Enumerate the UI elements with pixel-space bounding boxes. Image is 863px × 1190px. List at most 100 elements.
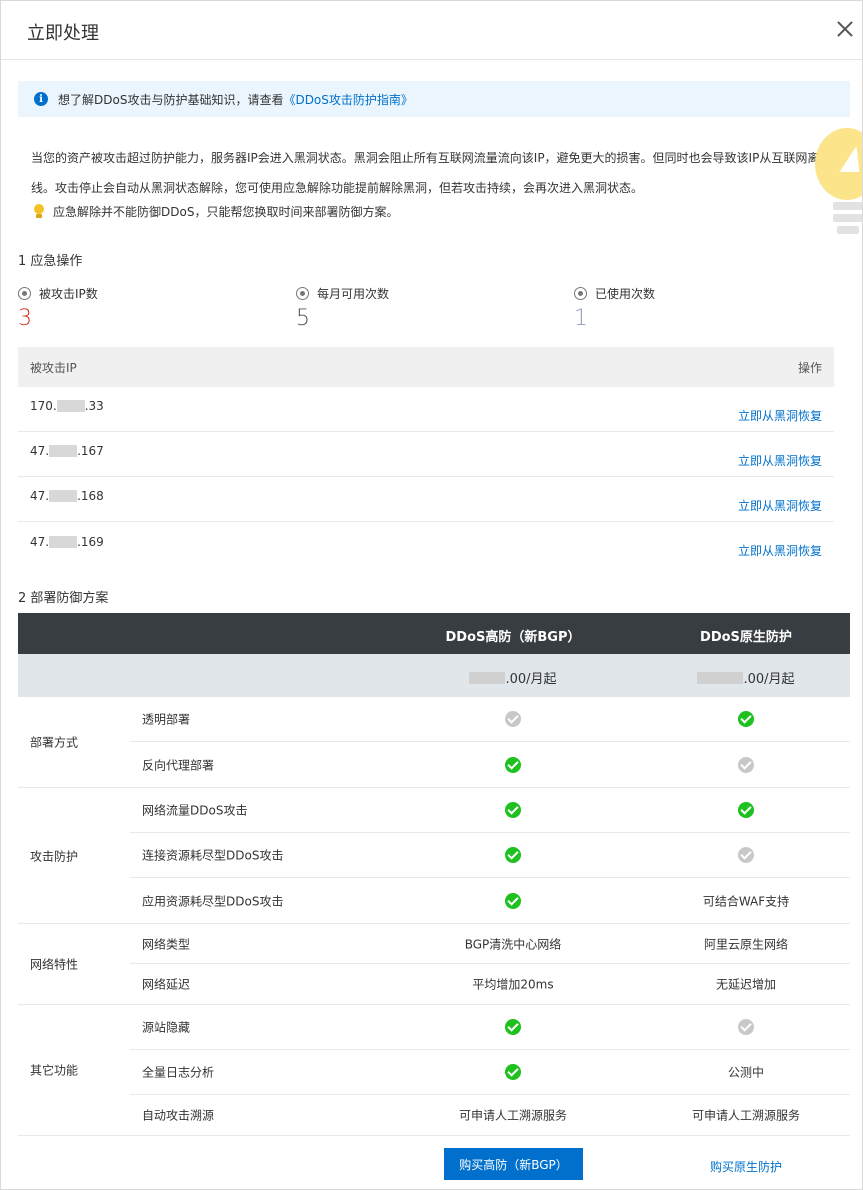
feature-row: 反向代理部署 <box>130 742 850 787</box>
feature-name: 网络延迟 <box>142 977 191 992</box>
restore-from-blackhole-link[interactable]: 立即从黑洞恢复 <box>738 407 822 424</box>
feature-row: 网络延迟 平均增加20ms 无延迟增加 <box>130 964 850 1004</box>
supported-check-icon <box>738 711 754 727</box>
restore-from-blackhole-link[interactable]: 立即从黑洞恢复 <box>738 542 822 559</box>
column-header-action: 操作 <box>797 360 822 375</box>
buy-native-protection-link[interactable]: 购买原生防护 <box>668 1158 824 1175</box>
feature-name: 自动攻击溯源 <box>142 1108 215 1123</box>
plan-price-row: .00/月起 .00/月起 <box>18 654 850 697</box>
lightbulb-icon <box>33 203 45 220</box>
unsupported-check-icon <box>738 756 754 773</box>
feature-name: 透明部署 <box>142 712 191 727</box>
feature-value: 可申请人工溯源服务 <box>458 1108 567 1123</box>
table-row: 47. .169 立即从黑洞恢复 <box>18 522 834 567</box>
feature-name: 网络类型 <box>142 937 191 951</box>
plan-name-native-protection: DDoS原生防护 <box>700 630 792 645</box>
globe-check-icon <box>574 287 587 300</box>
group-deploy: 部署方式 透明部署 反向代理部署 <box>18 697 850 788</box>
masked-segment <box>49 490 78 502</box>
feature-row: 网络类型 BGP清洗中心网络 阿里云原生网络 <box>130 924 850 964</box>
feature-value: 平均增加20ms <box>472 977 554 992</box>
masked-price <box>697 671 744 684</box>
lightbulb-illustration-icon <box>813 126 862 241</box>
stat-monthly-available: 每月可用次数 5 <box>296 285 389 331</box>
plan-header: DDoS高防（新BGP） DDoS原生防护 <box>18 613 850 654</box>
feature-row: 透明部署 <box>130 697 850 742</box>
feature-value: 无延迟增加 <box>715 977 776 992</box>
tip: 应急解除并不能防御DDoS，只能帮您换取时间来部署防御方案。 <box>33 203 398 220</box>
description-line-2: 线。攻击停止会自动从黑洞状态解除，您可使用应急解除功能提前解除黑洞，但若攻击持续… <box>31 181 644 195</box>
unsupported-check-icon <box>505 711 521 727</box>
table-row: 47. .168 立即从黑洞恢复 <box>18 477 834 522</box>
feature-value: BGP清洗中心网络 <box>464 937 562 951</box>
stat-label: 被攻击IP数 <box>39 287 98 301</box>
unsupported-check-icon <box>738 847 754 863</box>
ip-address: 47. .168 <box>30 489 104 503</box>
table-row: 170. .33 立即从黑洞恢复 <box>18 387 834 432</box>
group-attack-protection: 攻击防护 网络流量DDoS攻击 连接资源耗尽型DDoS攻击 应用资源耗尽型DDo… <box>18 788 850 924</box>
masked-price <box>469 671 506 684</box>
group-label: 网络特性 <box>30 957 79 972</box>
section-emergency-title: 1 应急操作 <box>18 254 83 269</box>
globe-icon <box>296 287 309 300</box>
ip-address: 47. .169 <box>30 534 104 549</box>
dialog: 立即处理 i 想了解DDoS攻击与防护基础知识，请查看 《DDoS攻击防护指南》… <box>0 0 863 1190</box>
restore-from-blackhole-link[interactable]: 立即从黑洞恢复 <box>738 452 822 469</box>
close-icon[interactable] <box>834 18 856 40</box>
ip-address: 47. .167 <box>30 444 104 458</box>
stat-value: 3 <box>18 306 32 331</box>
feature-name: 源站隐藏 <box>142 1020 191 1035</box>
feature-value: 可结合WAF支持 <box>702 894 790 908</box>
price-high-defense: .00/月起 <box>438 668 588 687</box>
group-label: 其它功能 <box>30 1063 79 1078</box>
plan-name-high-defense: DDoS高防（新BGP） <box>445 630 581 645</box>
info-icon: i <box>34 92 48 106</box>
group-label: 部署方式 <box>30 735 79 750</box>
section-defense-title: 2 部署防御方案 <box>18 591 109 606</box>
info-notice: i 想了解DDoS攻击与防护基础知识，请查看 《DDoS攻击防护指南》 <box>18 81 850 117</box>
stat-attacked-ip: 被攻击IP数 3 <box>18 285 98 331</box>
feature-row: 应用资源耗尽型DDoS攻击 可结合WAF支持 <box>130 878 850 923</box>
supported-check-icon <box>505 892 521 909</box>
description: 当您的资产被攻击超过防护能力，服务器IP会进入黑洞状态。黑洞会阻止所有互联网流量… <box>31 143 831 203</box>
column-header-ip: 被攻击IP <box>30 360 77 375</box>
ip-address: 170. .33 <box>30 399 104 413</box>
feature-name: 反向代理部署 <box>142 758 215 772</box>
feature-row: 源站隐藏 <box>130 1005 850 1050</box>
stat-value: 1 <box>574 306 588 331</box>
masked-segment <box>49 535 78 548</box>
buy-row: 购买高防（新BGP） 购买原生防护 <box>18 1136 850 1186</box>
stat-value: 5 <box>296 306 310 331</box>
tip-text: 应急解除并不能防御DDoS，只能帮您换取时间来部署防御方案。 <box>53 205 399 219</box>
feature-value: 阿里云原生网络 <box>703 937 788 951</box>
feature-value: 公测中 <box>727 1065 764 1080</box>
group-label: 攻击防护 <box>30 849 79 863</box>
description-line-1: 当您的资产被攻击超过防护能力，服务器IP会进入黑洞状态。黑洞会阻止所有互联网流量… <box>31 151 820 165</box>
group-other: 其它功能 源站隐藏 全量日志分析 公测中 自动攻击溯源 可申请人工溯源服务 可申… <box>18 1005 850 1136</box>
table-header: 被攻击IP 操作 <box>18 347 834 387</box>
feature-name: 连接资源耗尽型DDoS攻击 <box>142 848 284 863</box>
feature-row: 全量日志分析 公测中 <box>130 1050 850 1095</box>
dialog-title: 立即处理 <box>27 23 99 44</box>
table-row: 47. .167 立即从黑洞恢复 <box>18 432 834 477</box>
price-native-protection: .00/月起 <box>668 668 824 687</box>
supported-check-icon <box>505 802 521 818</box>
feature-row: 连接资源耗尽型DDoS攻击 <box>130 833 850 878</box>
supported-check-icon <box>505 847 521 863</box>
feature-row: 自动攻击溯源 可申请人工溯源服务 可申请人工溯源服务 <box>130 1095 850 1135</box>
restore-from-blackhole-link[interactable]: 立即从黑洞恢复 <box>738 497 822 514</box>
notice-text: 想了解DDoS攻击与防护基础知识，请查看 <box>58 92 284 107</box>
target-icon <box>18 287 31 300</box>
dialog-header: 立即处理 <box>1 1 862 60</box>
guide-link[interactable]: 《DDoS攻击防护指南》 <box>283 91 412 108</box>
supported-check-icon <box>505 756 521 773</box>
stat-used-count: 已使用次数 1 <box>574 285 655 331</box>
masked-segment <box>56 400 85 412</box>
supported-check-icon <box>505 1064 521 1080</box>
buy-high-defense-button[interactable]: 购买高防（新BGP） <box>444 1148 583 1180</box>
feature-name: 全量日志分析 <box>142 1065 215 1080</box>
feature-name: 应用资源耗尽型DDoS攻击 <box>142 894 284 908</box>
defense-plan-table: DDoS高防（新BGP） DDoS原生防护 .00/月起 .00/月起 部署方式… <box>18 613 850 1186</box>
group-network: 网络特性 网络类型 BGP清洗中心网络 阿里云原生网络 网络延迟 平均增加20m… <box>18 924 850 1005</box>
stat-label: 已使用次数 <box>595 287 656 301</box>
